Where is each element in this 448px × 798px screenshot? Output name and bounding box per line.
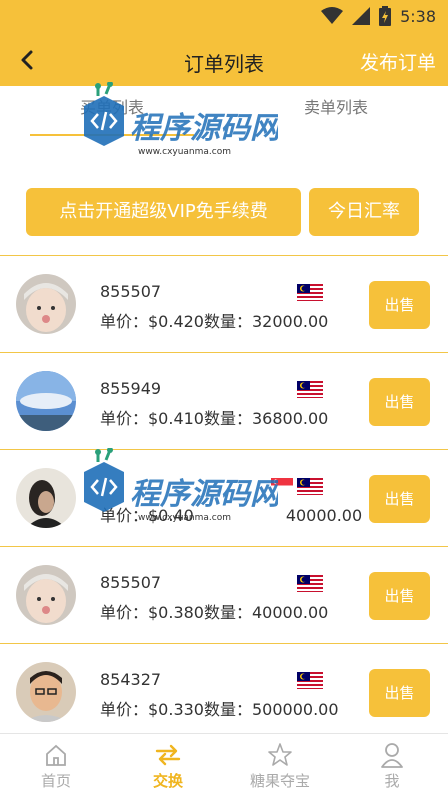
- vip-button[interactable]: 点击开通超级VIP免手续费: [26, 188, 301, 236]
- malaysia-flag-icon: [297, 575, 323, 592]
- order-user-id: 854327: [100, 670, 162, 689]
- avatar: [16, 371, 76, 431]
- malaysia-flag-icon: [297, 672, 323, 689]
- order-tabs: 买单列表 卖单列表: [0, 86, 448, 136]
- order-user-id: 855949: [100, 379, 162, 398]
- tab-buy-list[interactable]: 买单列表: [0, 86, 224, 136]
- flag-group: [271, 478, 323, 495]
- status-icons: 5:38: [321, 6, 436, 26]
- star-icon: [268, 743, 292, 766]
- order-list: 855507 单价：$0.420数量：32000.00 出售 855949 单价…: [0, 255, 448, 740]
- sell-button[interactable]: 出售: [369, 669, 430, 717]
- avatar: [16, 274, 76, 334]
- order-row: 855507 单价：$0.380数量：40000.00 出售: [0, 546, 448, 643]
- exchange-rate-button[interactable]: 今日汇率: [309, 188, 419, 236]
- back-arrow-icon[interactable]: [14, 46, 42, 74]
- malaysia-flag-icon: [297, 381, 323, 398]
- sell-button[interactable]: 出售: [369, 281, 430, 329]
- svg-text:www.cxyuanma.com: www.cxyuanma.com: [138, 147, 231, 157]
- avatar: [16, 468, 76, 528]
- nav-exchange[interactable]: 交换: [112, 734, 224, 798]
- order-row: 855949 单价：$0.410数量：36800.00 出售: [0, 352, 448, 449]
- sell-button[interactable]: 出售: [369, 572, 430, 620]
- order-row: 单价：$0.40 40000.00 出售: [0, 449, 448, 546]
- nav-candy-label: 糖果夺宝: [249, 772, 310, 790]
- order-price-quantity: 单价：$0.330数量：500000.00: [100, 700, 339, 719]
- nav-candy[interactable]: 糖果夺宝: [224, 734, 336, 798]
- signal-icon: [352, 7, 371, 25]
- order-user-id: 855507: [100, 282, 162, 301]
- flag-group: [297, 284, 323, 301]
- nav-home[interactable]: 首页: [0, 734, 112, 798]
- tab-sell-list[interactable]: 卖单列表: [224, 86, 448, 136]
- home-icon: [46, 744, 66, 766]
- status-bar: 5:38: [0, 0, 448, 34]
- status-time: 5:38: [400, 6, 436, 26]
- avatar: [16, 565, 76, 625]
- battery-icon: [379, 6, 392, 26]
- malaysia-flag-icon: [297, 478, 323, 495]
- malaysia-flag-icon: [297, 284, 323, 301]
- nav-me[interactable]: 我: [336, 734, 448, 798]
- publish-order-button[interactable]: 发布订单: [360, 48, 436, 75]
- avatar: [16, 662, 76, 722]
- nav-exchange-label: 交换: [152, 772, 183, 790]
- flag-group: [297, 381, 323, 398]
- bottom-nav: 首页 交换 糖果夺宝 我: [0, 733, 448, 798]
- sell-button[interactable]: 出售: [369, 475, 430, 523]
- order-price-quantity: 单价：$0.410数量：36800.00: [100, 409, 329, 428]
- singapore-flag-icon: [271, 478, 293, 493]
- nav-me-label: 我: [384, 772, 400, 790]
- flag-group: [297, 575, 323, 592]
- order-quantity-text: 40000.00: [285, 506, 363, 525]
- exchange-icon: [155, 744, 181, 766]
- user-icon: [381, 743, 403, 768]
- nav-home-label: 首页: [40, 772, 71, 790]
- order-price-quantity: 单价：$0.420数量：32000.00: [100, 312, 329, 331]
- wifi-icon: [321, 7, 344, 24]
- order-price-text: 单价：$0.40: [100, 506, 194, 525]
- order-row: 855507 单价：$0.420数量：32000.00 出售: [0, 255, 448, 352]
- flag-group: [297, 672, 323, 689]
- order-price-quantity: 单价：$0.380数量：40000.00: [100, 603, 329, 622]
- order-row: 854327 单价：$0.330数量：500000.00 出售: [0, 643, 448, 740]
- order-price-quantity: 单价：$0.40 40000.00: [100, 502, 362, 526]
- sell-button[interactable]: 出售: [369, 378, 430, 426]
- app-bar: 订单列表 发布订单: [0, 34, 448, 86]
- order-user-id: 855507: [100, 573, 162, 592]
